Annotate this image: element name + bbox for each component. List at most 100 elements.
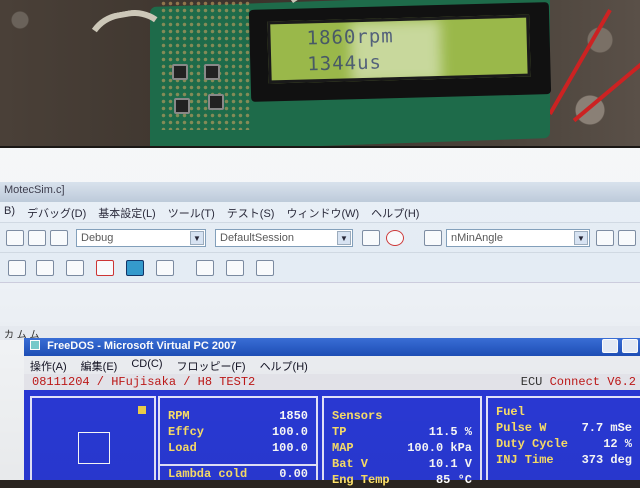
tp-value: 11.5 %: [428, 425, 472, 439]
inj-label: INJ Time: [496, 453, 554, 467]
toolbar-icon[interactable]: [96, 260, 114, 276]
duty-label: Duty Cycle: [496, 437, 569, 451]
ide-toolbar-top: Debug ▼ DefaultSession ▼ nMinAngle ▼: [0, 222, 640, 252]
ide-menu-window[interactable]: ウィンドウ(W): [286, 205, 359, 220]
ide-menu-item[interactable]: B): [4, 205, 15, 219]
toolbar-icon[interactable]: [6, 230, 24, 246]
dos-header: 08111204 / HFujisaka / H8 TEST2 ECU Conn…: [24, 374, 640, 390]
ide-toolbar-bottom: [0, 252, 640, 282]
toolbar-icon[interactable]: [126, 260, 144, 276]
ide-menu-settings[interactable]: 基本設定(L): [98, 205, 155, 220]
indicator-panel: [30, 396, 156, 480]
virtual-pc-title-bar: FreeDOS - Microsoft Virtual PC 2007: [24, 338, 640, 356]
eng-temp-value: 85 °C: [435, 473, 472, 487]
dos-header-left: 08111204 / HFujisaka / H8 TEST2: [32, 375, 256, 389]
bat-label: Bat V: [332, 457, 369, 471]
duty-row: Duty Cycle 12 %: [488, 436, 640, 452]
load-row: Load 100.0: [160, 440, 316, 456]
ide-panel-area: [0, 282, 640, 326]
vpc-menu-cd[interactable]: CD(C): [131, 358, 162, 372]
toolbar-icon[interactable]: [256, 260, 274, 276]
ide-menu-test[interactable]: テスト(S): [227, 205, 275, 220]
vpc-menu-action[interactable]: 操作(A): [30, 358, 67, 373]
record-icon[interactable]: [386, 230, 404, 246]
toolbar-icon[interactable]: [618, 230, 636, 246]
lambda-value: 0.00: [279, 467, 308, 481]
rpm-row: RPM 1850: [160, 408, 316, 424]
engine-panel: RPM 1850 Effcy 100.0 Load 100.0 Lambda cold…: [158, 396, 318, 481]
symbol-value: nMinAngle: [451, 232, 503, 244]
tp-row: TP 11.5 %: [324, 424, 480, 440]
toolbar-icon[interactable]: [424, 230, 442, 246]
vpc-menu-edit[interactable]: 編集(E): [81, 358, 118, 373]
vpc-menu-floppy[interactable]: フロッピー(F): [177, 358, 246, 373]
toolbar-icon[interactable]: [362, 230, 380, 246]
toolbar-icon[interactable]: [36, 260, 54, 276]
pulse-value: 7.7 mSe: [581, 421, 632, 435]
duty-value: 12 %: [603, 437, 632, 451]
chevron-down-icon[interactable]: ▼: [574, 231, 588, 245]
effcy-row: Effcy 100.0: [160, 424, 316, 440]
rpm-value: 1850: [279, 409, 308, 423]
map-label: MAP: [332, 441, 354, 455]
tp-label: TP: [332, 425, 347, 439]
toolbar-icon[interactable]: [28, 230, 46, 246]
status-indicator: [138, 406, 146, 414]
fuel-panel: Fuel Pulse W 7.7 mSe Duty Cycle 12 % INJ T…: [486, 396, 640, 480]
vpc-menu-help[interactable]: ヘルプ(H): [260, 358, 308, 373]
lcd-line-2: 1344us: [307, 51, 383, 76]
minimize-icon[interactable]: [602, 339, 618, 353]
dos-header-right: ECU Connect V6.2: [521, 375, 636, 389]
symbol-select[interactable]: nMinAngle ▼: [446, 229, 590, 247]
chevron-down-icon[interactable]: ▼: [337, 231, 351, 245]
build-config-select[interactable]: Debug ▼: [76, 229, 206, 247]
toolbar-icon[interactable]: [50, 230, 68, 246]
fuel-title: Fuel: [488, 404, 640, 420]
eng-temp-label: Eng Temp: [332, 473, 390, 487]
load-label: Load: [168, 441, 197, 455]
toolbar-icon[interactable]: [156, 260, 174, 276]
rpm-label: RPM: [168, 409, 190, 423]
character-lcd-module: 1860rpm 1344us: [248, 2, 552, 102]
lcd-line-1: 1860rpm: [306, 25, 394, 50]
indicator-square: [78, 432, 110, 464]
lambda-label: Lambda cold: [168, 467, 248, 481]
chevron-down-icon[interactable]: ▼: [190, 231, 204, 245]
map-row: MAP 100.0 kPa: [324, 440, 480, 456]
lcd-screen: 1860rpm 1344us: [267, 14, 531, 84]
toolbar-icon[interactable]: [596, 230, 614, 246]
eng-temp-row: Eng Temp 85 °C: [324, 472, 480, 488]
ide-menu-tools[interactable]: ツール(T): [168, 205, 215, 220]
ide-menu-debug[interactable]: デバッグ(D): [27, 205, 86, 220]
map-value: 100.0 kPa: [407, 441, 472, 455]
maximize-icon[interactable]: [622, 339, 638, 353]
fuel-title-text: Fuel: [496, 405, 525, 419]
session-select[interactable]: DefaultSession ▼: [215, 229, 353, 247]
bat-value: 10.1 V: [428, 457, 472, 471]
toolbar-icon[interactable]: [226, 260, 244, 276]
virtual-pc-icon: [30, 340, 40, 350]
inj-row: INJ Time 373 deg: [488, 452, 640, 468]
build-config-value: Debug: [81, 232, 114, 244]
virtual-pc-title: FreeDOS - Microsoft Virtual PC 2007: [47, 340, 237, 352]
inj-value: 373 deg: [581, 453, 632, 467]
ide-menu-help[interactable]: ヘルプ(H): [371, 205, 419, 220]
ecu-label: ECU: [520, 375, 543, 389]
ide-window-title: MotecSim.c]: [4, 184, 65, 196]
bat-row: Bat V 10.1 V: [324, 456, 480, 472]
effcy-label: Effcy: [168, 425, 205, 439]
sensors-panel: Sensors TP 11.5 % MAP 100.0 kPa Bat V 10.1 …: [322, 396, 482, 487]
lambda-row: Lambda cold 0.00: [160, 464, 316, 481]
virtual-pc-menu-bar: 操作(A) 編集(E) CD(C) フロッピー(F) ヘルプ(H): [24, 356, 640, 374]
ide-menu-bar: B) デバッグ(D) 基本設定(L) ツール(T) テスト(S) ウィンドウ(W…: [0, 202, 640, 222]
hardware-photo: 1860rpm 1344us: [0, 0, 640, 150]
toolbar-icon[interactable]: [196, 260, 214, 276]
ide-title-bar: MotecSim.c]: [0, 182, 640, 202]
toolbar-icon[interactable]: [66, 260, 84, 276]
sensors-title: Sensors: [324, 408, 480, 424]
connect-version: Connect V6.2: [549, 375, 636, 389]
session-value: DefaultSession: [220, 232, 294, 244]
pulse-label: Pulse W: [496, 421, 547, 435]
toolbar-icon[interactable]: [8, 260, 26, 276]
load-value: 100.0: [271, 441, 308, 455]
